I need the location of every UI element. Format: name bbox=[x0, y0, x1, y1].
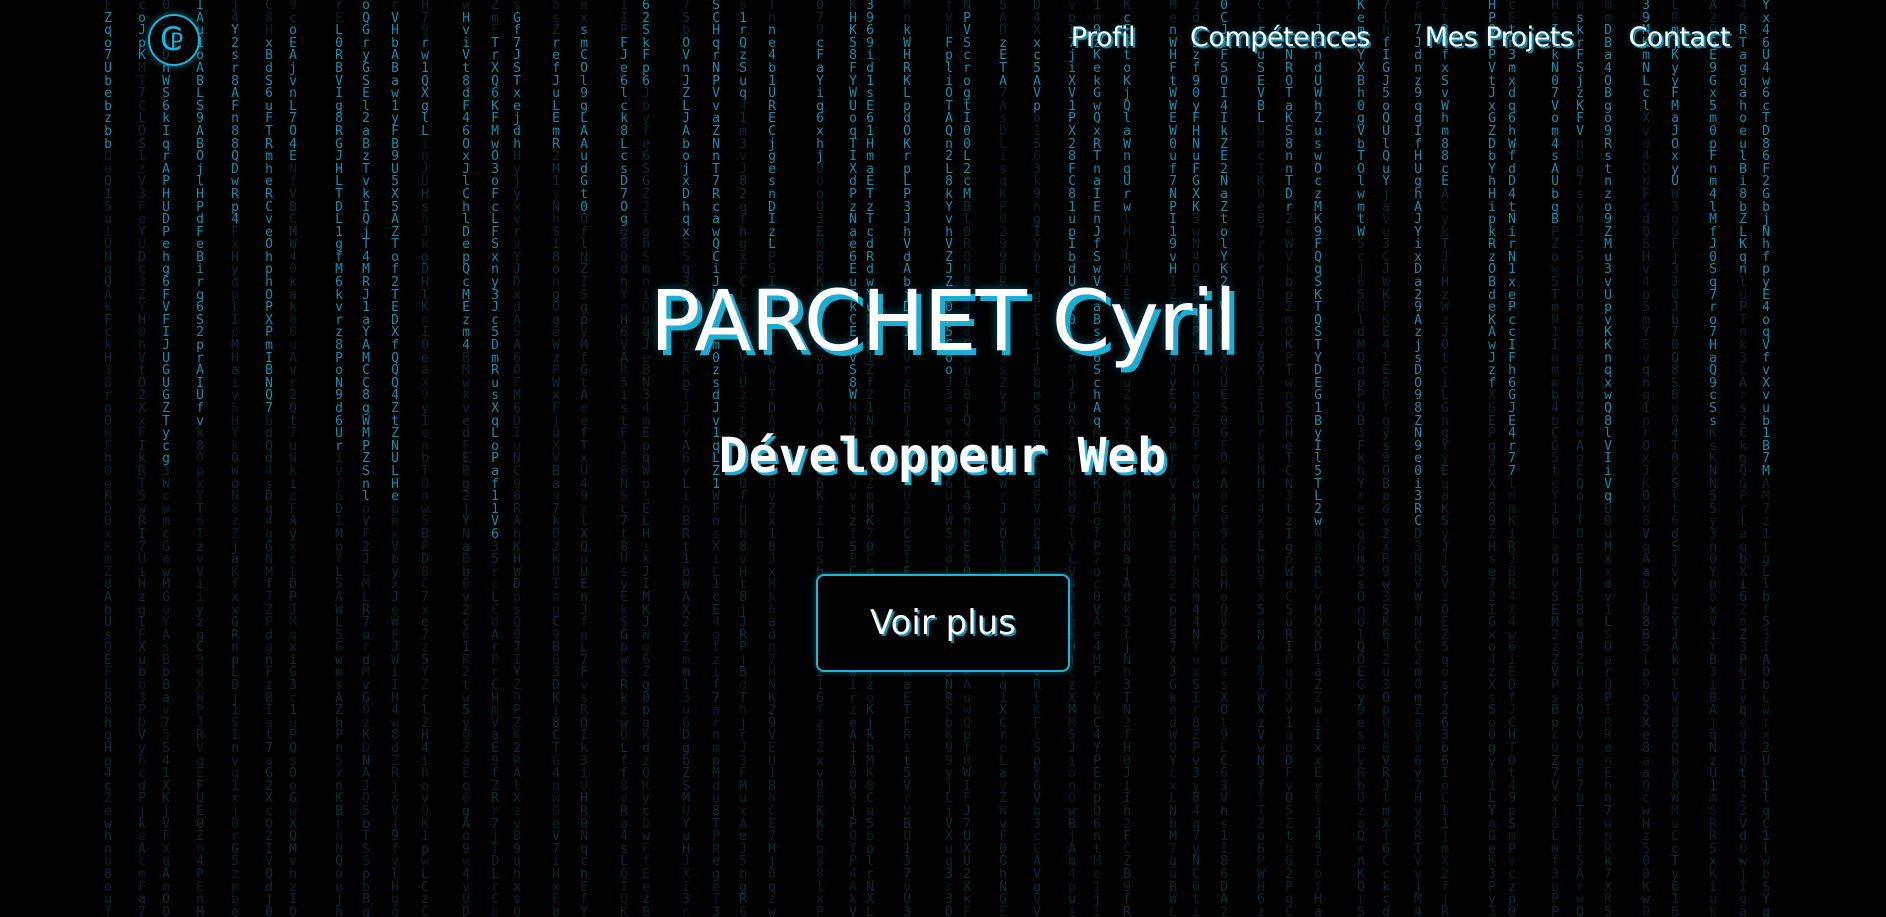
hero-title: PARCHET Cyril bbox=[0, 272, 1886, 370]
voir-plus-button[interactable]: Voir plus bbox=[816, 574, 1070, 672]
hero-subtitle: Développeur Web bbox=[0, 428, 1886, 484]
hero-section: PARCHET Cyril Développeur Web Voir plus bbox=[0, 0, 1886, 917]
